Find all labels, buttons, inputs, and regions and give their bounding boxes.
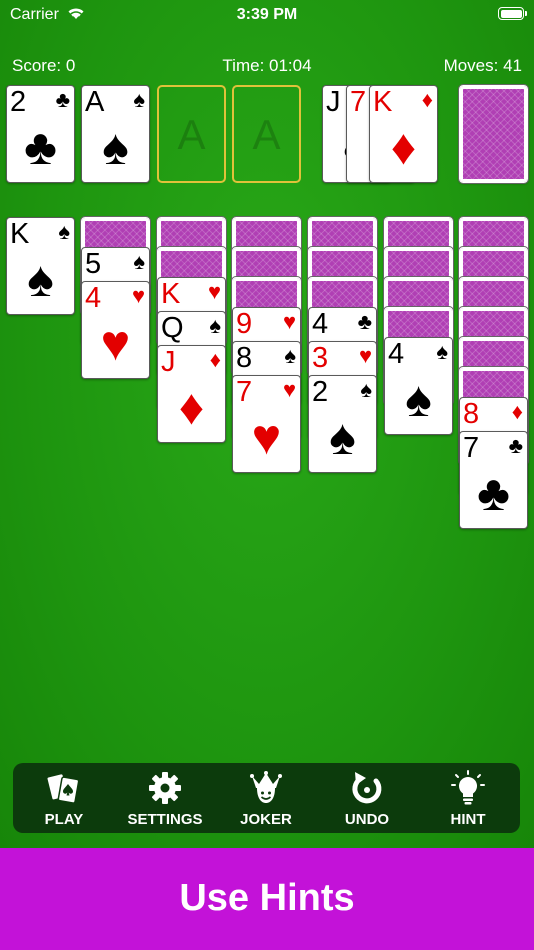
- card-suit-large: ♦: [390, 119, 417, 175]
- card-rank: 7: [350, 86, 367, 118]
- card-suit-small: ♥: [358, 343, 372, 368]
- card-suit-large: ♠: [329, 409, 356, 465]
- card-suit-small: ♠: [58, 219, 70, 244]
- card-suit-small: ♠: [284, 343, 296, 368]
- card-rank: 8: [463, 398, 480, 430]
- tableau-card[interactable]: K ♠ ♠: [6, 217, 75, 315]
- card-suit-small: ♣: [55, 87, 70, 112]
- tableau-card[interactable]: 2 ♠ ♠: [308, 375, 377, 473]
- card-rank: 9: [236, 308, 253, 340]
- battery-icon: [498, 7, 527, 20]
- jester-icon: [250, 771, 282, 803]
- tableau-card[interactable]: 4 ♠ ♠: [384, 337, 453, 435]
- card-suit-large: ♠: [27, 251, 54, 307]
- card-suit-small: ♥: [282, 377, 296, 402]
- card-suit-small: ♣: [508, 433, 523, 458]
- card-rank: 4: [85, 282, 102, 314]
- card-suit-small: ♠: [436, 339, 448, 364]
- foundation-empty-slot[interactable]: A: [232, 85, 301, 183]
- card-suit-small: ♥: [131, 283, 145, 308]
- card-rank: K: [161, 278, 181, 310]
- card-rank: 7: [463, 432, 480, 464]
- settings-label: SETTINGS: [127, 811, 203, 828]
- undo-label: UNDO: [344, 811, 390, 828]
- card-suit-large: ♣: [477, 465, 510, 521]
- clock: 3:39 PM: [236, 6, 298, 23]
- card-suit-small: ♠: [133, 249, 145, 274]
- lightbulb-icon: [451, 770, 485, 805]
- card-suit-small: ♠: [133, 87, 145, 112]
- moves-label: Moves: 41: [443, 56, 522, 75]
- tableau-card[interactable]: 7 ♣ ♣: [459, 431, 528, 529]
- play-label: PLAY: [44, 811, 84, 828]
- card-suit-large: ♠: [102, 119, 129, 175]
- card-rank: A: [85, 86, 105, 118]
- card-suit-small: ♦: [511, 399, 523, 424]
- play-button[interactable]: PLAY: [14, 763, 114, 833]
- card-rank: 2: [10, 86, 27, 118]
- card-suit-small: ♦: [209, 347, 221, 372]
- gear-icon: [149, 772, 181, 804]
- card-suit-small: ♣: [357, 309, 372, 334]
- toolbar: PLAY SETTINGS JOKER UNDO HINT: [13, 763, 520, 833]
- card-suit-small: ♥: [282, 309, 296, 334]
- joker-button[interactable]: JOKER: [216, 763, 316, 833]
- foundation-card[interactable]: A ♠ ♠: [81, 85, 150, 183]
- card-suit-small: ♠: [360, 377, 372, 402]
- card-rank: 2: [312, 376, 329, 408]
- foundation-empty-slot[interactable]: A: [157, 85, 226, 183]
- hint-button[interactable]: HINT: [418, 763, 518, 833]
- status-bar: Carrier 3:39 PM: [0, 0, 534, 30]
- card-rank: 4: [388, 338, 405, 370]
- waste-card[interactable]: K ♦ ♦: [369, 85, 438, 183]
- card-suit-small: ♥: [207, 279, 221, 304]
- card-suit-large: ♦: [178, 379, 205, 435]
- card-rank: Q: [161, 312, 184, 344]
- tableau-card[interactable]: 7 ♥ ♥: [232, 375, 301, 473]
- card-rank: 4: [312, 308, 329, 340]
- tableau-card[interactable]: 4 ♥ ♥: [81, 281, 150, 379]
- card-suit-small: ♠: [209, 313, 221, 338]
- card-rank: 8: [236, 342, 253, 374]
- card-suit-large: ♥: [251, 409, 282, 465]
- undo-icon: [352, 772, 382, 804]
- card-suit-large: ♠: [405, 371, 432, 427]
- promo-banner: Use Hints: [0, 848, 534, 950]
- card-rank: J: [326, 86, 341, 118]
- card-rank: 7: [236, 376, 253, 408]
- card-suit-large: ♥: [100, 315, 131, 371]
- joker-label: JOKER: [240, 811, 292, 828]
- card-rank: J: [161, 346, 176, 378]
- card-rank: K: [10, 218, 30, 250]
- card-suit-small: ♦: [421, 87, 433, 112]
- cards-icon: [46, 772, 80, 804]
- hint-label: HINT: [450, 811, 486, 828]
- card-rank: 3: [312, 342, 329, 374]
- settings-button[interactable]: SETTINGS: [115, 763, 215, 833]
- undo-button[interactable]: UNDO: [317, 763, 417, 833]
- card-suit-large: ♣: [24, 119, 57, 175]
- tableau-card[interactable]: J ♦ ♦: [157, 345, 226, 443]
- foundation-card[interactable]: 2 ♣ ♣: [6, 85, 75, 183]
- stock-pile[interactable]: [458, 84, 529, 184]
- card-rank: K: [373, 86, 393, 118]
- card-rank: 5: [85, 248, 102, 280]
